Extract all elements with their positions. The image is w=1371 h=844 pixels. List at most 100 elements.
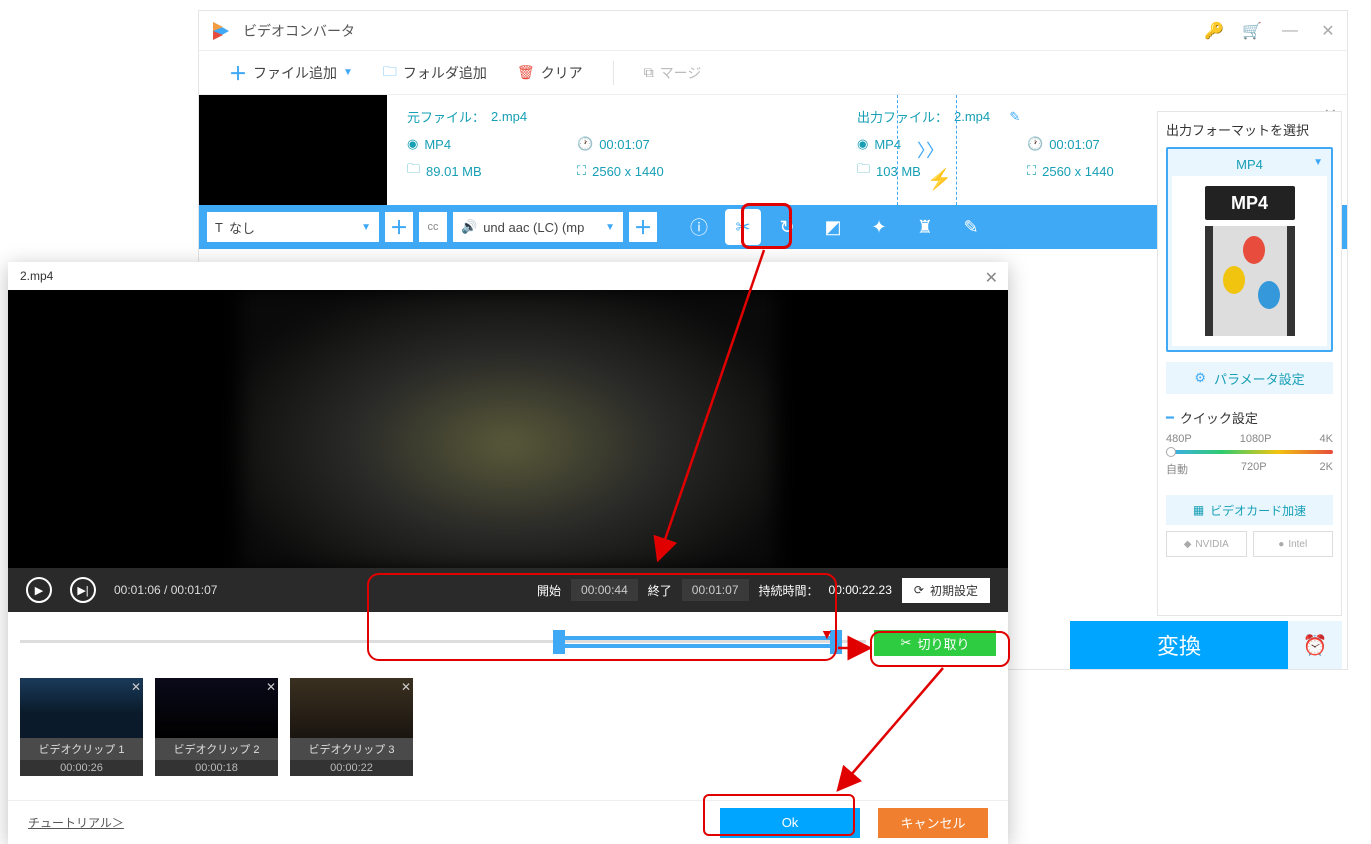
edit-button[interactable]: ✎: [951, 207, 991, 247]
clear-button[interactable]: 🗑 クリア: [517, 63, 583, 83]
editor-titlebar: 2.mp4 ✕: [8, 262, 1008, 290]
reset-button[interactable]: ⟳ 初期設定: [902, 578, 990, 603]
end-time-input[interactable]: 00:01:07: [682, 579, 749, 601]
bottom-bar: 変換 ⏰: [1070, 621, 1342, 669]
close-button[interactable]: ✕: [1319, 22, 1337, 40]
res-720p: 720P: [1241, 461, 1267, 477]
info-button[interactable]: ⓘ: [679, 207, 719, 247]
timeline[interactable]: ▼ ✂ 切り取り: [20, 630, 996, 654]
clip-item[interactable]: ✕ ビデオクリップ 3 00:00:22: [290, 678, 413, 776]
quick-settings-label: ━ クイック設定: [1166, 408, 1333, 427]
sliders-icon: ⚙: [1194, 370, 1206, 386]
rotate-icon: ↻: [779, 217, 794, 238]
nvidia-chip[interactable]: ◆NVIDIA: [1166, 531, 1247, 557]
out-name: 2.mp4: [954, 109, 990, 124]
cut-button[interactable]: ✂: [725, 209, 761, 245]
cc-button[interactable]: cc: [419, 212, 447, 242]
clip-item[interactable]: ✕ ビデオクリップ 1 00:00:26: [20, 678, 143, 776]
folder-icon: 🗀: [407, 160, 420, 182]
format-preview: MP4: [1172, 176, 1327, 346]
src-size: 89.01 MB: [426, 164, 482, 179]
video-preview: ▶ ▶| 00:01:06 / 00:01:07 開始 00:00:44 終了 …: [8, 290, 1008, 612]
cancel-button[interactable]: キャンセル: [878, 808, 988, 838]
tutorial-link[interactable]: チュートリアル＞: [28, 814, 124, 831]
effects-button[interactable]: ✦: [859, 207, 899, 247]
convert-button[interactable]: 変換: [1070, 621, 1288, 669]
audio-dropdown[interactable]: 🔊 und aac (LC) (mp ▼: [453, 212, 623, 242]
rotate-button[interactable]: ↻: [767, 207, 807, 247]
clips-row: ✕ ビデオクリップ 1 00:00:26 ✕ ビデオクリップ 2 00:00:1…: [8, 662, 1008, 776]
format-value: MP4: [1236, 157, 1263, 172]
src-duration: 00:01:07: [599, 137, 650, 152]
resolution-icon: ⛶: [577, 163, 586, 179]
parameter-settings-button[interactable]: ⚙ パラメータ設定: [1166, 362, 1333, 394]
subtitle-value: なし: [229, 218, 255, 237]
clip-thumbnail: [20, 678, 143, 738]
clip-remove-button[interactable]: ✕: [401, 680, 411, 694]
clip-name: ビデオクリップ 3: [290, 738, 413, 760]
cart-icon[interactable]: 🛒: [1243, 22, 1261, 40]
start-time-input[interactable]: 00:00:44: [571, 579, 638, 601]
clip-thumbnail: [290, 678, 413, 738]
editor-footer: チュートリアル＞ Ok キャンセル: [8, 800, 1008, 844]
play-icon: ◉: [407, 136, 418, 152]
merge-button[interactable]: ⧉ マージ: [644, 63, 702, 83]
source-file-info: 元ファイル：2.mp4 ◉MP4 🕐00:01:07 🗀89.01 MB ⛶25…: [387, 95, 777, 205]
clip-item[interactable]: ✕ ビデオクリップ 2 00:00:18: [155, 678, 278, 776]
ok-button[interactable]: Ok: [720, 808, 860, 838]
watermark-button[interactable]: ♜: [905, 207, 945, 247]
source-thumbnail[interactable]: [199, 95, 387, 205]
chevron-down-icon: ▼: [1313, 157, 1323, 168]
schedule-button[interactable]: ⏰: [1288, 621, 1342, 669]
minimize-button[interactable]: —: [1281, 22, 1299, 40]
start-label: 開始: [537, 582, 561, 599]
folder-icon: 🗀: [383, 61, 397, 85]
clip-remove-button[interactable]: ✕: [131, 680, 141, 694]
gpu-accel-button[interactable]: ▦ ビデオカード加速: [1166, 495, 1333, 525]
clock-icon: 🕐: [1027, 136, 1043, 152]
app-title: ビデオコンバータ: [243, 21, 1205, 41]
alarm-icon: ⏰: [1303, 633, 1328, 658]
chip-icon: ▦: [1193, 503, 1204, 517]
cc-icon: cc: [428, 221, 439, 233]
add-subtitle-button[interactable]: ＋: [385, 212, 413, 242]
editor-close-button[interactable]: ✕: [985, 268, 998, 288]
play-icon: ▶: [35, 584, 43, 597]
resolution-slider[interactable]: [1166, 447, 1333, 455]
duration-value: 00:00:22.23: [829, 583, 892, 597]
cut-action-button[interactable]: ✂ 切り取り: [874, 630, 996, 656]
clip-remove-button[interactable]: ✕: [266, 680, 276, 694]
app-logo-icon: [209, 19, 233, 43]
format-selector[interactable]: MP4 ▼ MP4: [1166, 147, 1333, 352]
timeline-area: ▼ ✂ 切り取り: [8, 612, 1008, 662]
text-icon: T: [215, 220, 223, 235]
crop-button[interactable]: ◩: [813, 207, 853, 247]
pencil-icon[interactable]: ✎: [1009, 109, 1020, 125]
resolution-icon: ⛶: [1027, 163, 1036, 179]
intel-chip[interactable]: ●Intel: [1253, 531, 1334, 557]
duration-label: 持続時間：: [759, 582, 819, 599]
sparkle-icon: ✦: [871, 217, 886, 238]
step-button[interactable]: ▶|: [70, 577, 96, 603]
res-2k: 2K: [1320, 461, 1333, 477]
merge-label: マージ: [660, 63, 702, 83]
add-file-button[interactable]: ＋ ファイル追加 ▼: [229, 60, 353, 86]
playhead-marker[interactable]: ▼: [820, 626, 834, 642]
out-duration: 00:01:07: [1049, 137, 1100, 152]
src-res: 2560 x 1440: [592, 164, 664, 179]
play-button[interactable]: ▶: [26, 577, 52, 603]
plus-icon: ＋: [390, 214, 408, 240]
clock-icon: 🕐: [577, 136, 593, 152]
titlebar: ビデオコンバータ 🔑 🛒 — ✕: [199, 11, 1347, 51]
res-480p: 480P: [1166, 433, 1192, 445]
add-audio-button[interactable]: ＋: [629, 212, 657, 242]
add-folder-button[interactable]: 🗀 フォルダ追加: [383, 61, 487, 85]
subtitle-dropdown[interactable]: T なし ▼: [207, 212, 379, 242]
trim-handle-start[interactable]: [553, 630, 565, 654]
mp4-badge: MP4: [1205, 186, 1295, 220]
slider-thumb[interactable]: [1166, 447, 1176, 457]
step-icon: ▶|: [77, 584, 88, 597]
key-icon[interactable]: 🔑: [1205, 22, 1223, 40]
scissors-icon: ✂: [901, 635, 912, 651]
intel-icon: ●: [1278, 539, 1284, 550]
